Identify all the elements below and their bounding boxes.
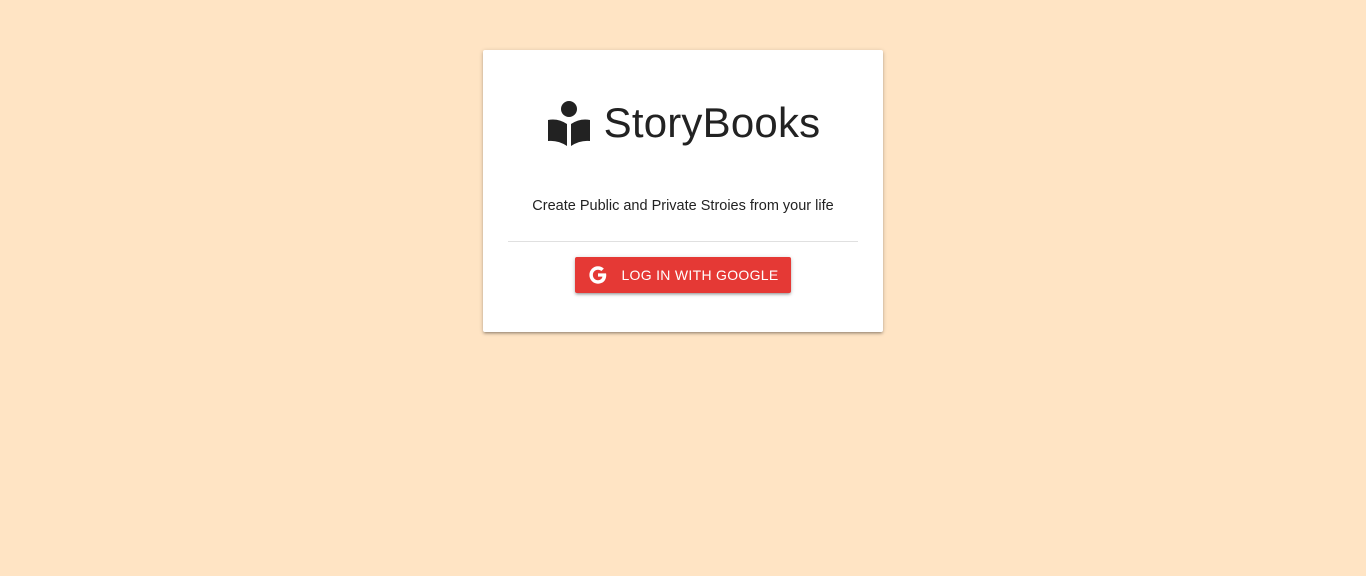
brand: StoryBooks <box>483 100 883 146</box>
login-card: StoryBooks Create Public and Private Str… <box>483 50 883 332</box>
divider <box>508 241 858 242</box>
login-button-label: LOG IN WITH GOOGLE <box>621 267 779 283</box>
brand-title: StoryBooks <box>603 99 821 146</box>
google-login-button[interactable]: LOG IN WITH GOOGLE <box>575 257 791 293</box>
book-reader-icon <box>547 101 590 146</box>
google-icon <box>589 266 607 284</box>
tagline: Create Public and Private Stroies from y… <box>532 198 834 214</box>
